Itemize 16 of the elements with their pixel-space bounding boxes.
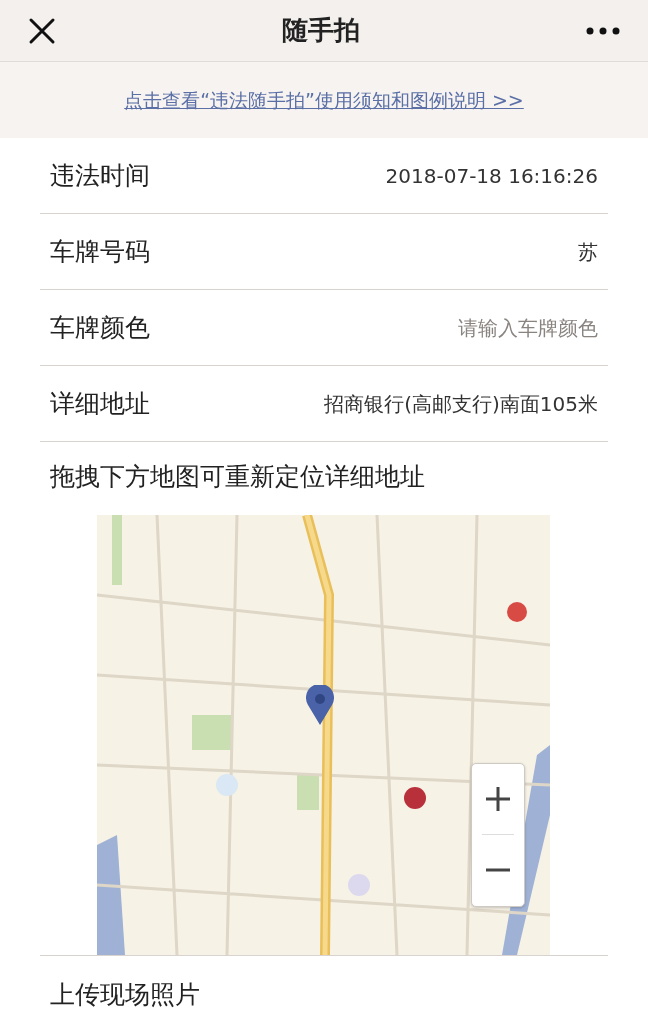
upload-label: 上传现场照片 xyxy=(50,980,200,1009)
more-icon xyxy=(586,26,620,35)
field-label: 车牌号码 xyxy=(50,235,150,268)
map-hint: 拖拽下方地图可重新定位详细地址 xyxy=(50,462,425,491)
field-value: 招商银行(高邮支行)南面105米 xyxy=(324,390,598,418)
map-pin-icon xyxy=(306,685,334,725)
input-field[interactable]: 请输入车牌颜色 xyxy=(338,312,598,343)
page-title: 随手拍 xyxy=(282,14,360,47)
field-label: 详细地址 xyxy=(50,387,150,420)
field-value: 2018-07-18 16:16:26 xyxy=(385,162,598,190)
field-label: 违法时间 xyxy=(50,159,150,192)
field-value: 苏 xyxy=(578,238,598,266)
close-icon xyxy=(28,16,56,45)
plus-icon xyxy=(485,786,511,812)
minus-icon xyxy=(485,868,511,872)
field-label: 车牌颜色 xyxy=(50,311,150,344)
